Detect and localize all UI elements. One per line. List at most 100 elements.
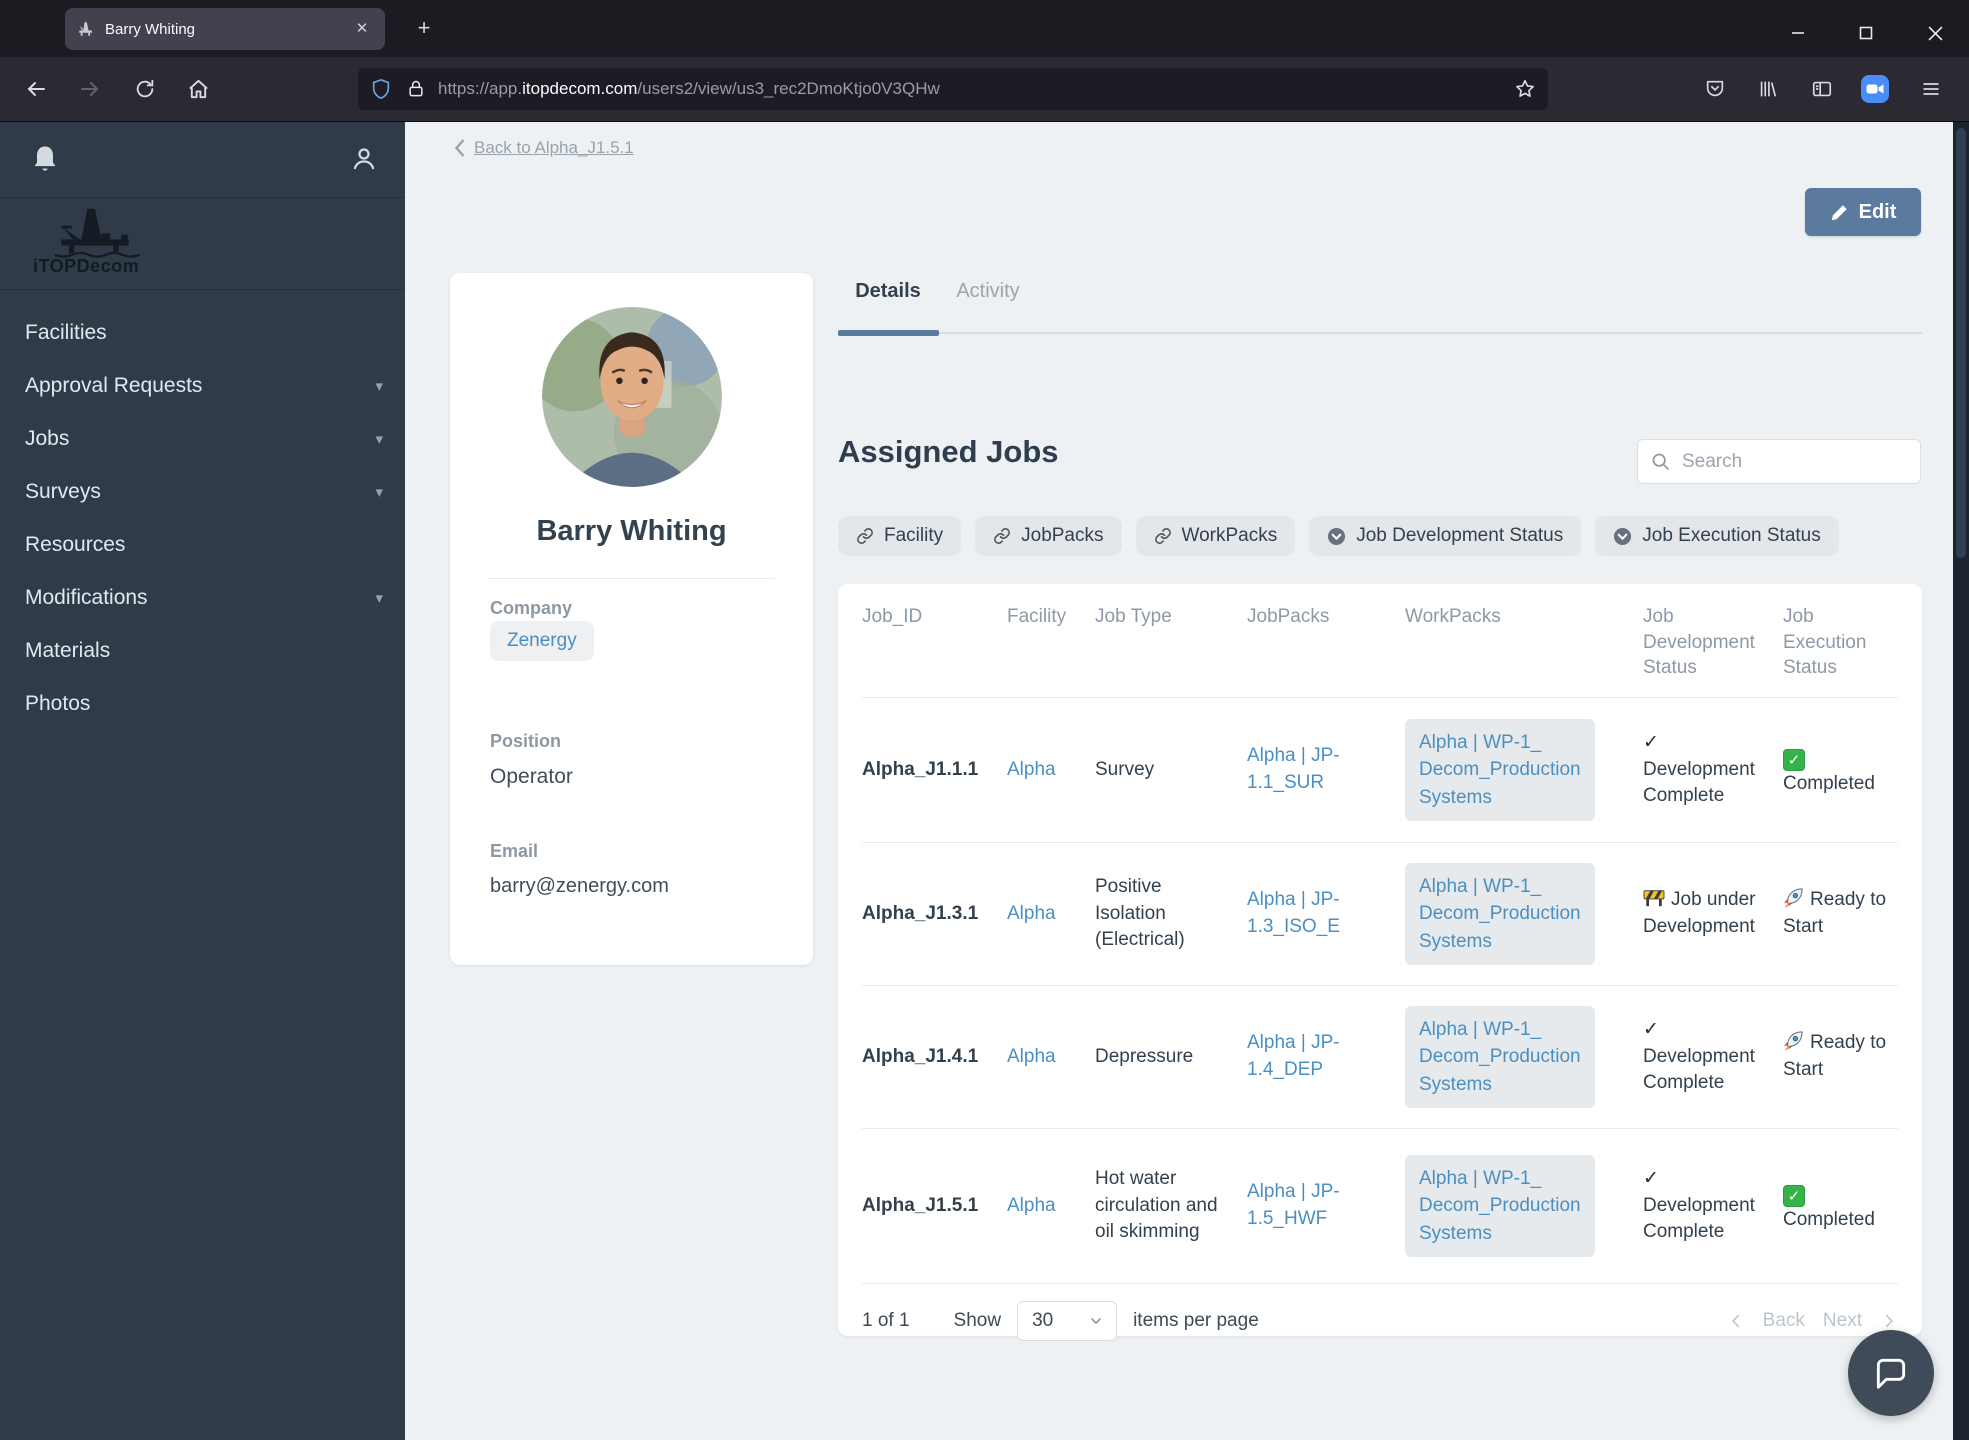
chevron-left-icon[interactable]: [1727, 1312, 1745, 1330]
jobpack-link[interactable]: Alpha | JP-1.5_HWF: [1247, 1181, 1340, 1229]
circle-chevron-icon: [1614, 527, 1632, 545]
sidebar-item-label: Photos: [25, 691, 91, 715]
sidebar-item-jobs[interactable]: Jobs ▾: [0, 412, 405, 465]
forward-button[interactable]: [72, 71, 108, 107]
new-tab-button[interactable]: +: [408, 13, 440, 45]
home-button[interactable]: [180, 71, 216, 107]
position-value: Operator: [490, 765, 573, 788]
window-maximize-button[interactable]: [1846, 20, 1886, 46]
facility-link[interactable]: Alpha: [1007, 1046, 1056, 1067]
jobpack-link[interactable]: Alpha | JP-1.4_DEP: [1247, 1032, 1340, 1080]
sidebar-item-label: Approval Requests: [25, 373, 203, 397]
lock-icon[interactable]: [406, 79, 426, 99]
filter-label: Job Development Status: [1356, 525, 1564, 546]
url-path: /users2/view/us3_rec2DmoKtjo0V3QHw: [637, 79, 940, 98]
scrollbar-thumb[interactable]: [1956, 128, 1966, 558]
job-type: Survey: [1095, 758, 1155, 780]
shield-icon[interactable]: [370, 78, 392, 100]
hamburger-icon: [1923, 83, 1939, 95]
edit-button-label: Edit: [1858, 200, 1897, 223]
detail-tabs: Details Activity: [838, 280, 1922, 336]
sidebar-item-photos[interactable]: Photos: [0, 677, 405, 730]
tab-activity[interactable]: Activity: [938, 280, 1038, 333]
library-icon: [1760, 81, 1777, 97]
filter-job-execution-status[interactable]: Job Execution Status: [1595, 516, 1839, 556]
tab-details[interactable]: Details: [838, 280, 938, 333]
library-button[interactable]: [1750, 71, 1786, 107]
back-link[interactable]: Back to Alpha_J1.5.1: [453, 138, 634, 158]
pagination-back-button[interactable]: Back: [1763, 1310, 1805, 1332]
pocket-button[interactable]: [1697, 71, 1733, 107]
facility-link[interactable]: Alpha: [1007, 1195, 1056, 1216]
pagination-next-button[interactable]: Next: [1823, 1310, 1862, 1332]
search-input[interactable]: [1637, 439, 1921, 484]
column-header-facility: Facility: [1007, 606, 1067, 627]
filter-job-development-status[interactable]: Job Development Status: [1309, 516, 1582, 556]
construction-barrier-icon: [1643, 890, 1665, 907]
filter-workpacks[interactable]: WorkPacks: [1135, 516, 1296, 556]
sidebar-panel-icon: [1812, 81, 1832, 97]
facility-link[interactable]: Alpha: [1007, 903, 1056, 924]
app-logo-text: iTOPDecom: [33, 256, 140, 276]
bookmark-star-icon[interactable]: [1514, 78, 1536, 100]
back-button[interactable]: [18, 71, 54, 107]
workpack-chip-link[interactable]: Alpha | WP-1_ Decom_Production Systems: [1405, 718, 1595, 822]
window-close-button[interactable]: [1915, 20, 1955, 46]
filter-facility[interactable]: Facility: [838, 516, 962, 556]
filter-jobpacks[interactable]: JobPacks: [975, 516, 1122, 556]
chat-bubble-icon: [1876, 1358, 1906, 1389]
job-development-status: Job under Development: [1643, 869, 1773, 958]
chevron-down-icon: ▾: [375, 377, 383, 395]
jobpack-link[interactable]: Alpha | JP-1.1_SUR: [1247, 745, 1340, 793]
url-text[interactable]: https://app.itopdecom.com/users2/view/us…: [438, 79, 940, 99]
window-minimize-button[interactable]: [1778, 20, 1818, 46]
sidebar-item-facilities[interactable]: Facilities: [0, 306, 405, 359]
chevron-right-icon[interactable]: [1880, 1312, 1898, 1330]
tab-title: Barry Whiting: [105, 20, 196, 38]
facility-link[interactable]: Alpha: [1007, 759, 1056, 780]
filter-label: Job Execution Status: [1642, 525, 1821, 546]
chevron-left-icon: [454, 139, 465, 157]
app-logo[interactable]: iTOPDecom: [0, 198, 405, 290]
tab-close-icon[interactable]: ✕: [351, 18, 373, 40]
column-header-job-development-status: Job Development Status: [1643, 606, 1755, 679]
sidebar-menu: Facilities Approval Requests ▾ Jobs ▾ Su…: [0, 290, 405, 730]
items-per-page-select[interactable]: 30: [1017, 1300, 1118, 1341]
browser-tab[interactable]: Barry Whiting ✕: [65, 8, 385, 50]
reload-button[interactable]: [127, 71, 163, 107]
video-camera-icon: [1861, 75, 1889, 103]
sidebar-item-approval-requests[interactable]: Approval Requests ▾: [0, 359, 405, 412]
search-icon: [1652, 453, 1669, 470]
menu-button[interactable]: [1913, 71, 1949, 107]
column-header-workpacks: WorkPacks: [1405, 606, 1501, 627]
sidebar-item-surveys[interactable]: Surveys ▾: [0, 465, 405, 518]
forward-arrow-icon: [81, 82, 99, 96]
address-bar[interactable]: https://app.itopdecom.com/users2/view/us…: [358, 68, 1548, 110]
sidebar-toggle-button[interactable]: [1804, 71, 1840, 107]
sidebar-item-modifications[interactable]: Modifications ▾: [0, 571, 405, 624]
company-value-chip[interactable]: Zenergy: [490, 621, 594, 661]
rocket-icon: [1783, 1031, 1803, 1051]
workpack-chip-link[interactable]: Alpha | WP-1_ Decom_Production Systems: [1405, 862, 1595, 966]
jobpack-link[interactable]: Alpha | JP-1.3_ISO_E: [1247, 889, 1340, 937]
workpack-chip-link[interactable]: Alpha | WP-1_ Decom_Production Systems: [1405, 1154, 1595, 1258]
job-development-status: ✓ Development Complete: [1643, 712, 1773, 828]
job-id: Alpha_J1.1.1: [862, 758, 979, 780]
email-value: barry@zenergy.com: [490, 875, 669, 897]
column-header-job-id: Job_ID: [862, 606, 923, 627]
workpack-chip-link[interactable]: Alpha | WP-1_ Decom_Production Systems: [1405, 1005, 1595, 1109]
edit-button[interactable]: Edit: [1805, 188, 1921, 236]
check-icon: ✓: [1643, 1019, 1659, 1041]
sidebar-item-resources[interactable]: Resources: [0, 518, 405, 571]
position-label: Position: [490, 731, 561, 751]
video-call-extension-button[interactable]: [1857, 71, 1893, 107]
notifications-bell-icon[interactable]: [30, 144, 60, 176]
chat-launcher-button[interactable]: [1848, 1330, 1934, 1416]
sidebar-item-materials[interactable]: Materials: [0, 624, 405, 677]
job-execution-status: Ready to Start: [1783, 1012, 1898, 1101]
job-id: Alpha_J1.3.1: [862, 902, 979, 924]
account-person-icon[interactable]: [349, 144, 379, 174]
jobs-search: [1637, 439, 1921, 484]
page-scrollbar[interactable]: [1953, 122, 1969, 1440]
job-development-status: ✓ Development Complete: [1643, 1148, 1773, 1264]
